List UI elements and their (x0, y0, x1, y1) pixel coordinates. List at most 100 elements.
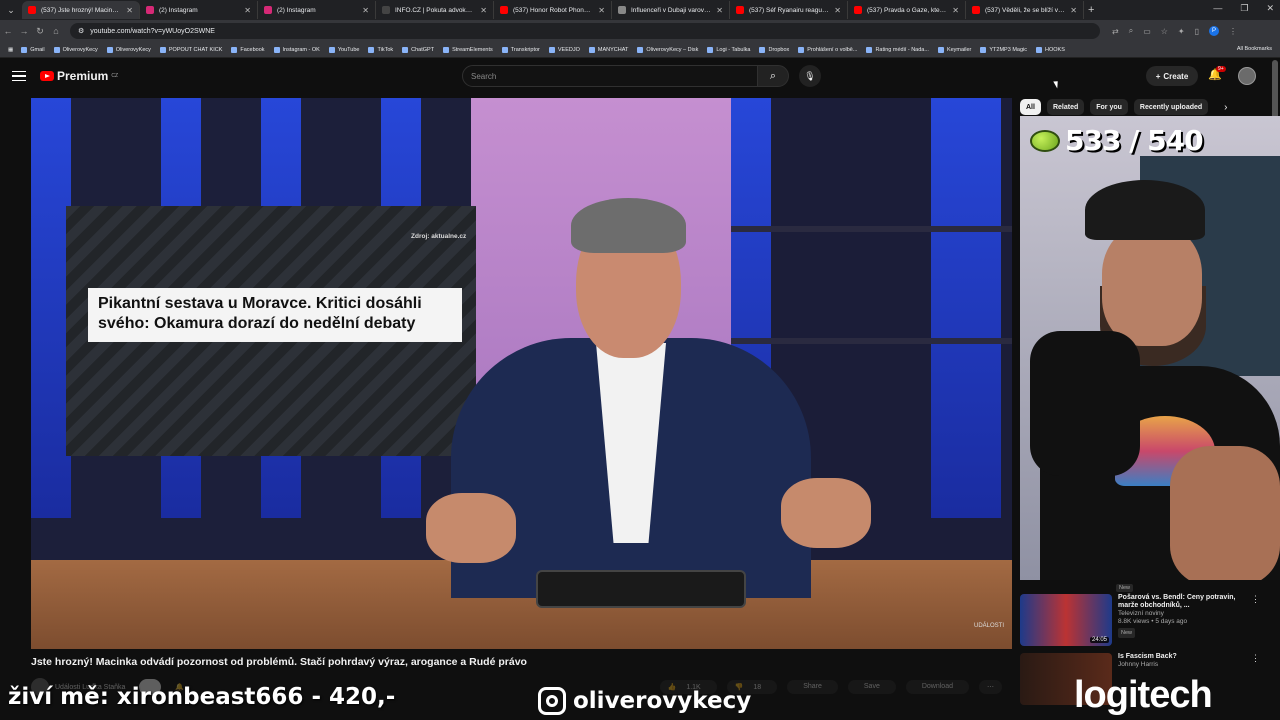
chevron-right-icon[interactable]: › (1224, 102, 1227, 113)
bookmark-item[interactable]: HOOKS (1036, 46, 1065, 53)
close-tab-icon[interactable]: ✕ (126, 6, 133, 15)
video-player[interactable]: Zdroj: aktualne.cz Pikantní sestava u Mo… (31, 98, 1012, 649)
reload-icon[interactable]: ↻ (32, 26, 48, 37)
bookmark-item[interactable]: Rating médií - Nada... (866, 46, 929, 53)
browser-tab[interactable]: (537) Pravda o Gaze, kterou v ✕ (848, 1, 966, 19)
browser-tab[interactable]: (537) Šéf Ryanairu reaguje na ✕ (730, 1, 848, 19)
page-scrollbar[interactable] (1272, 60, 1278, 120)
close-tab-icon[interactable]: ✕ (362, 6, 369, 15)
bookmark-favicon (980, 46, 987, 53)
bookmark-item[interactable]: Instagram - OK (273, 46, 320, 53)
site-info-icon[interactable]: ⚙ (78, 27, 84, 35)
zoom-icon[interactable]: ⌕ (1129, 26, 1133, 36)
extensions-icon[interactable]: ✦ (1178, 27, 1185, 36)
profile-avatar[interactable]: P (1209, 26, 1220, 36)
bookmark-item[interactable]: OliverovyKecy (53, 46, 98, 53)
donation-overlay: živí mě: xironbeast666 - 420,- (8, 684, 396, 710)
browser-tab[interactable]: (2) Instagram ✕ (258, 1, 376, 19)
new-tab-button[interactable]: + (1088, 4, 1094, 16)
bookmark-item[interactable]: MANYCHAT (588, 46, 629, 53)
chip-for-you[interactable]: For you (1090, 99, 1128, 115)
bookmark-star-icon[interactable]: ☆ (1161, 27, 1168, 36)
sponsor-logo: logitech (1074, 674, 1213, 716)
sidepanel-icon[interactable]: ▯ (1195, 27, 1199, 36)
more-actions-icon[interactable]: ⋯ (979, 680, 1002, 694)
bookmark-item[interactable]: Keymailer (937, 46, 971, 53)
download-button[interactable]: Download (905, 680, 969, 694)
browser-tab[interactable]: INFO.CZ | Pokuta advokátovi za ✕ (376, 1, 494, 19)
youtube-premium-logo[interactable]: Premium CZ (40, 69, 118, 83)
close-tab-icon[interactable]: ✕ (952, 6, 959, 15)
chip-related[interactable]: Related (1046, 99, 1085, 115)
bookmark-item[interactable]: YT2MP3 Magic (980, 46, 1027, 53)
close-tab-icon[interactable]: ✕ (1070, 6, 1077, 15)
bookmark-item[interactable]: TikTok (368, 46, 393, 53)
bookmark-item[interactable]: Transkriptor (501, 46, 540, 53)
bookmark-item[interactable]: YouTube (328, 46, 359, 53)
bookmark-item[interactable]: VEEDJO (548, 46, 580, 53)
translate-icon[interactable]: ⇄ (1112, 27, 1119, 36)
bookmark-label: MANYCHAT (597, 46, 629, 53)
tab-search-icon[interactable]: ⌄ (0, 0, 22, 20)
bookmark-item[interactable]: Dropbox (759, 46, 790, 53)
close-tab-icon[interactable]: ✕ (244, 6, 251, 15)
bookmark-item[interactable]: POPOUT CHAT KICK (159, 46, 222, 53)
presenter-hand (426, 493, 516, 563)
bookmark-item[interactable]: Prohlášení o volbě... (798, 46, 857, 53)
bookmark-favicon (402, 46, 409, 53)
close-tab-icon[interactable]: ✕ (598, 6, 605, 15)
bookmark-label: Dropbox (768, 46, 790, 53)
instagram-icon (538, 687, 566, 715)
share-button[interactable]: Share (787, 680, 838, 694)
all-bookmarks-link[interactable]: All Bookmarks (1237, 46, 1272, 52)
search-input[interactable]: Search (462, 65, 758, 87)
close-tab-icon[interactable]: ✕ (716, 6, 723, 15)
back-icon[interactable]: ← (0, 26, 16, 36)
bookmark-item[interactable]: ChatGPT (402, 46, 434, 53)
browser-tab[interactable]: (537) Honor Robot Phone je AI ✕ (494, 1, 612, 19)
chip-recently-uploaded[interactable]: Recently uploaded (1133, 99, 1209, 115)
bookmark-item[interactable]: OliverovyKecy – Disk (637, 46, 698, 53)
create-button[interactable]: + Create (1146, 66, 1198, 86)
bookmark-label: HOOKS (1045, 46, 1065, 53)
close-tab-icon[interactable]: ✕ (480, 6, 487, 15)
bookmark-label: StreamElements (452, 46, 493, 53)
close-tab-icon[interactable]: ✕ (834, 6, 841, 15)
bookmark-item[interactable]: OliverovyKecy (106, 46, 151, 53)
menu-icon[interactable] (12, 69, 26, 83)
forward-icon[interactable]: → (16, 26, 32, 36)
save-button[interactable]: Save (847, 680, 896, 694)
account-avatar[interactable] (1238, 67, 1256, 85)
rec-title[interactable]: Is Fascism Back? (1118, 653, 1245, 661)
home-icon[interactable]: ⌂ (48, 26, 64, 36)
cast-icon[interactable]: ▭ (1143, 27, 1151, 36)
browser-tab[interactable]: (537) Jste hrozný! Macinka odv ✕ (22, 1, 140, 19)
search-button[interactable]: ⌕ (757, 65, 789, 87)
maximize-icon[interactable]: ❐ (1240, 3, 1248, 14)
browser-menu-icon[interactable]: ⋮ (1229, 27, 1237, 36)
more-options-icon[interactable]: ⋮ (1251, 594, 1260, 646)
rec-title[interactable]: Pošarová vs. Bendl: Ceny potravin, marže… (1118, 594, 1245, 610)
minimize-icon[interactable]: — (1213, 3, 1222, 14)
browser-tab[interactable]: (2) Instagram ✕ (140, 1, 258, 19)
bookmark-item[interactable]: StreamElements (443, 46, 493, 53)
recommendation-item[interactable]: 24:05 Pošarová vs. Bendl: Ceny potravin,… (1020, 594, 1260, 646)
address-bar[interactable]: ⚙ youtube.com/watch?v=yWUoyO2SWNE (70, 23, 1100, 39)
more-options-icon[interactable]: ⋮ (1251, 653, 1260, 705)
browser-tab[interactable]: (537) Věděli, že se blíží válka, p ✕ (966, 1, 1084, 19)
bookmark-item[interactable]: Gmail (21, 46, 45, 53)
browser-tab[interactable]: Influenceři v Dubaji varovali, že ✕ (612, 1, 730, 19)
voice-search-button[interactable]: 🎙 (799, 65, 821, 87)
rec-channel[interactable]: Johnny Harris (1118, 661, 1245, 669)
close-window-icon[interactable]: ✕ (1266, 3, 1274, 14)
search-placeholder: Search (471, 71, 497, 81)
bookmark-label: Rating médií - Nada... (875, 46, 929, 53)
bookmark-favicon (637, 46, 644, 53)
bookmark-item[interactable]: Facebook (231, 46, 265, 53)
bookmark-item[interactable]: Logi - Tabulka (707, 46, 750, 53)
tab-title: (2) Instagram (159, 6, 198, 14)
chip-all[interactable]: All (1020, 99, 1041, 115)
rec-channel[interactable]: Televizní noviny (1118, 610, 1245, 618)
apps-icon[interactable]: ▦ (8, 47, 13, 53)
video-thumbnail[interactable]: 24:05 (1020, 594, 1112, 646)
